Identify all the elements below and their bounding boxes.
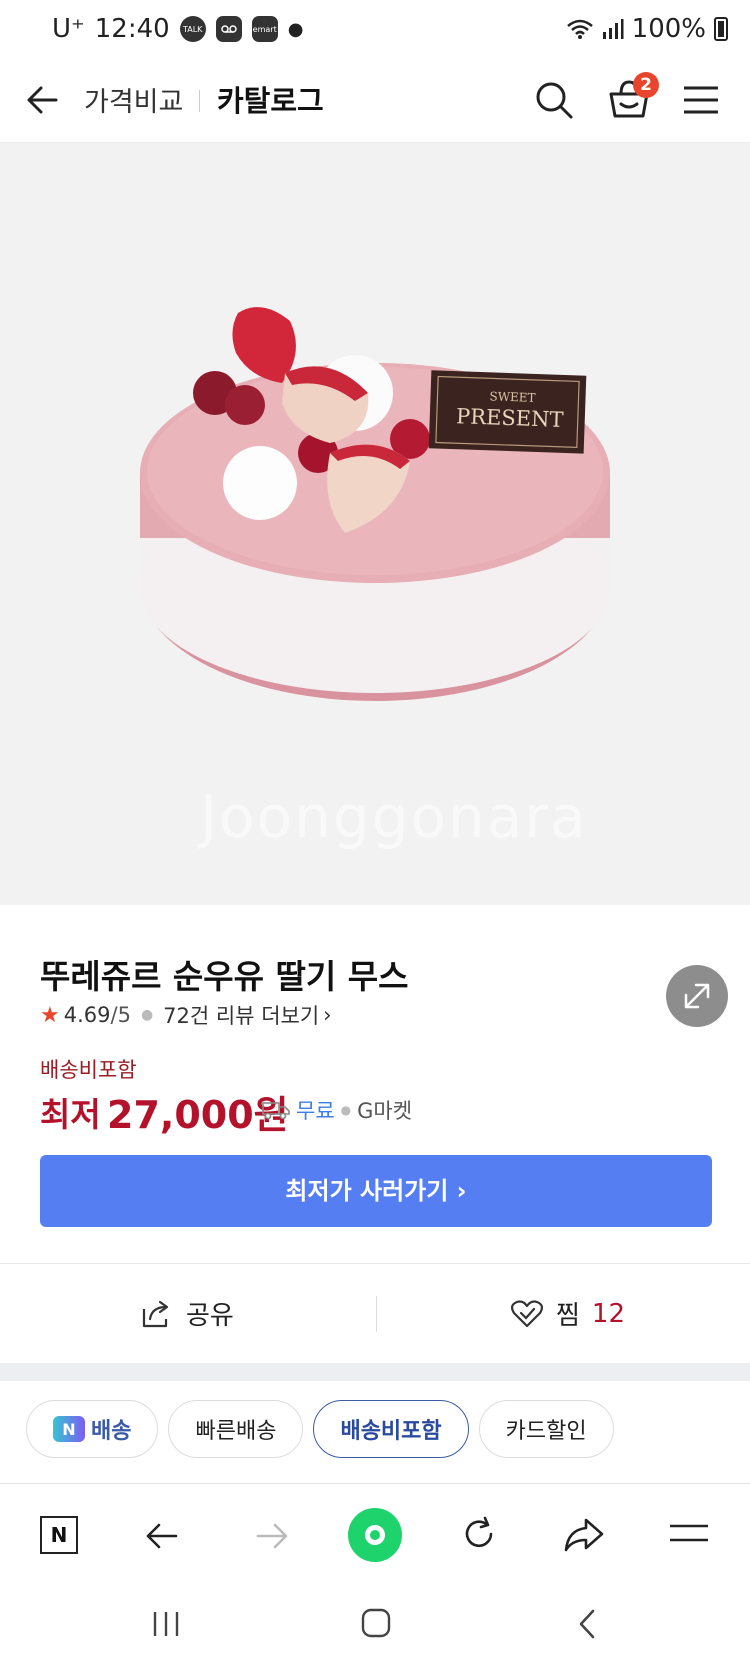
- filter-chip-label: 카드할인: [505, 1419, 587, 1444]
- product-image[interactable]: SWEET PRESENT Joonggonara: [0, 143, 750, 1027]
- back-arrow-icon[interactable]: [142, 1516, 182, 1556]
- back-chevron-icon[interactable]: [574, 1607, 600, 1641]
- cake-plaque-line2: PRESENT: [456, 404, 564, 432]
- buy-lowest-price-button[interactable]: 최저가 사러가기 ›: [40, 1155, 712, 1227]
- rating-row[interactable]: ★ 4.69 /5 ● 72건 리뷰 더보기 ›: [40, 1000, 332, 1030]
- filter-chip-label: 빠른배송: [195, 1419, 277, 1444]
- breadcrumb-catalog[interactable]: 카탈로그: [217, 78, 324, 120]
- section-spacer: [0, 1363, 750, 1381]
- wishlist-count: 12: [591, 1298, 626, 1329]
- naver-home-button[interactable]: N: [40, 1516, 78, 1554]
- arrow-left-icon: [27, 86, 58, 114]
- forward-arrow-icon[interactable]: [252, 1516, 292, 1556]
- separator-dot: ●: [140, 1007, 154, 1023]
- search-icon: [536, 82, 573, 119]
- expand-image-button[interactable]: [666, 965, 728, 1027]
- wishlist-button[interactable]: 찜 12: [510, 1295, 625, 1332]
- separator-dot: ●: [340, 1103, 352, 1117]
- system-navigation-bar: [0, 1587, 750, 1667]
- free-shipping-label: 무료: [296, 1099, 335, 1123]
- green-dot-icon: [365, 1525, 385, 1545]
- product-title: 뚜레쥬르 순우유 딸기 무스: [40, 957, 409, 996]
- menu-lines-icon[interactable]: [668, 1518, 710, 1552]
- kakaotalk-icon: TALK: [179, 16, 206, 42]
- dot-icon: ●: [287, 18, 304, 40]
- share-icon: [142, 1300, 169, 1327]
- breadcrumb-divider: [199, 90, 200, 112]
- back-button[interactable]: [22, 78, 66, 122]
- delivery-info: 무료 ● G마켓: [262, 1095, 412, 1125]
- status-left: U⁺ 12:40 TALK emart ●: [52, 14, 303, 44]
- hamburger-menu-icon: [684, 86, 718, 114]
- breadcrumb-price-compare[interactable]: 가격비교: [84, 80, 183, 119]
- filter-chip-fast-delivery[interactable]: 빠른배송: [168, 1400, 304, 1458]
- vertical-divider: [376, 1296, 377, 1332]
- filter-chip-shipping-included[interactable]: 배송비포함: [313, 1400, 469, 1458]
- shipping-included-label: 배송비포함: [40, 1058, 137, 1082]
- refresh-icon[interactable]: [458, 1514, 500, 1556]
- review-link[interactable]: 72건 리뷰 더보기: [163, 1000, 319, 1030]
- filter-chip-card-discount[interactable]: 카드할인: [478, 1400, 614, 1458]
- clock: 12:40: [94, 14, 170, 44]
- share-label: 공유: [186, 1301, 234, 1331]
- seller-name: G마켓: [357, 1099, 413, 1123]
- section-divider: [0, 1263, 750, 1264]
- delivery-truck-icon: [262, 1102, 290, 1120]
- app-header: 가격비교 카탈로그 2: [0, 60, 750, 143]
- cake-plaque-line1: SWEET: [489, 389, 536, 405]
- filter-chip-label: 배송: [91, 1419, 132, 1444]
- recent-apps-icon[interactable]: [150, 1609, 182, 1639]
- battery-icon: [714, 17, 728, 41]
- chevron-right-icon: ›: [323, 1003, 332, 1027]
- share-arrow-icon[interactable]: [562, 1514, 606, 1556]
- rating-value: 4.69: [63, 1003, 111, 1027]
- filter-chip-n-delivery[interactable]: N 배송: [26, 1400, 159, 1458]
- status-bar: U⁺ 12:40 TALK emart ● 100%: [0, 0, 750, 60]
- expand-icon: [684, 983, 710, 1009]
- watermark-text: Joonggonara: [200, 783, 588, 851]
- naver-home-icon: N: [50, 1523, 68, 1547]
- menu-button[interactable]: [680, 80, 722, 120]
- green-dot-button[interactable]: [348, 1508, 402, 1562]
- status-right: 100%: [566, 14, 728, 44]
- wifi-icon: [566, 19, 593, 39]
- signal-icon: [602, 19, 624, 39]
- search-button[interactable]: [530, 76, 578, 124]
- rating-max: /5: [110, 1003, 131, 1027]
- lowest-price-label: 최저: [40, 1095, 101, 1134]
- heart-check-icon: [510, 1299, 544, 1327]
- share-button[interactable]: 공유: [140, 1295, 234, 1332]
- filter-chip-label: 배송비포함: [340, 1419, 442, 1444]
- home-icon[interactable]: [360, 1607, 392, 1639]
- filter-chips: N 배송 빠른배송 배송비포함 카드할인: [26, 1400, 614, 1458]
- battery-percent: 100%: [631, 14, 706, 44]
- browser-toolbar: N: [0, 1483, 750, 1588]
- emart-icon: emart: [251, 16, 278, 42]
- carrier-label: U⁺: [52, 14, 85, 44]
- cart-count-badge: 2: [633, 72, 659, 98]
- naver-n-icon: N: [53, 1416, 85, 1442]
- star-icon: ★: [40, 1002, 60, 1028]
- voicemail-icon: [215, 16, 242, 42]
- wishlist-label: 찜: [556, 1301, 580, 1331]
